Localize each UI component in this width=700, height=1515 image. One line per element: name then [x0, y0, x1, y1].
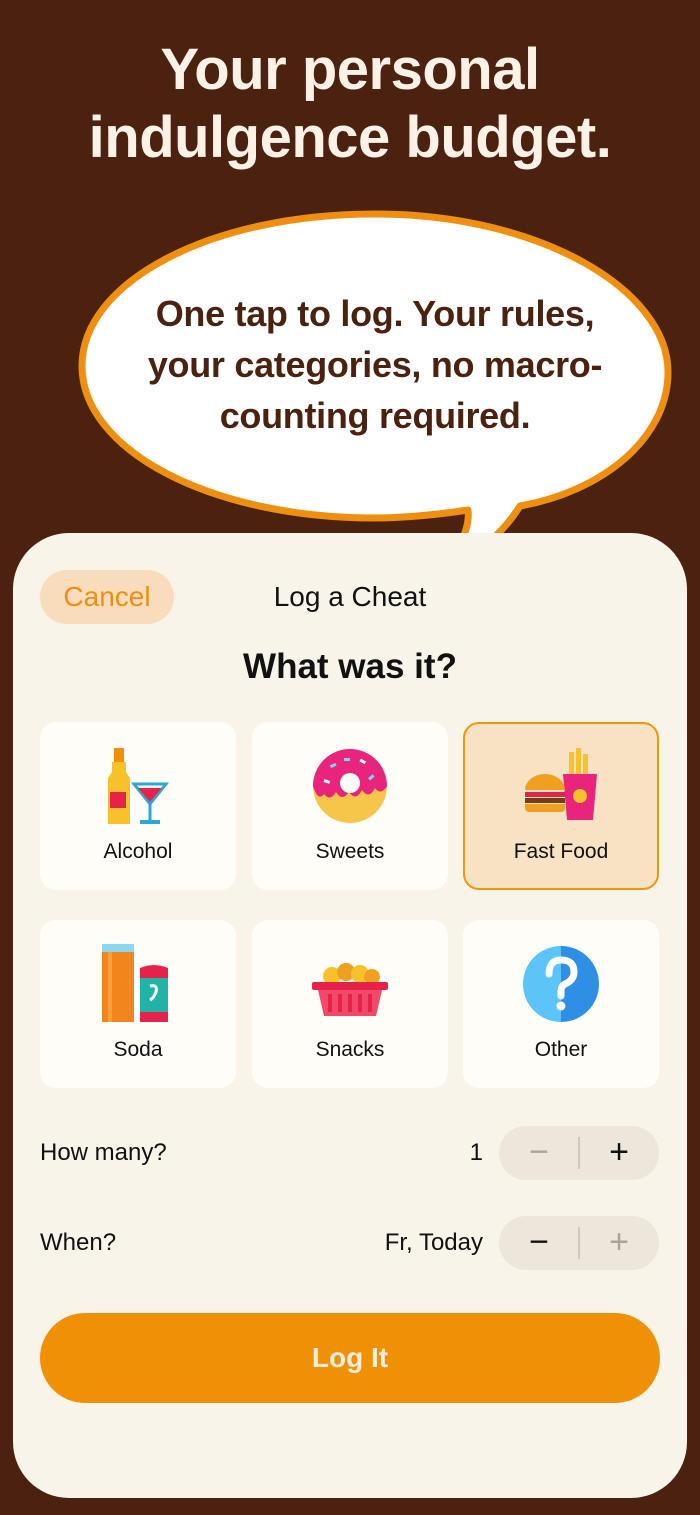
when-label: When? [40, 1229, 117, 1256]
bubble-line-3: counting required. [219, 395, 531, 436]
alcohol-bottle-glass-icon [108, 748, 170, 824]
headline: Your personal indulgence budget. [0, 36, 700, 172]
log-it-button[interactable]: Log It [40, 1313, 660, 1403]
category-tile-fast-food[interactable]: Fast Food [463, 722, 659, 890]
category-question: What was it? [243, 647, 457, 686]
donut-icon [313, 749, 387, 823]
bubble-text: One tap to log. Your rules, your categor… [110, 288, 640, 441]
category-label: Sweets [315, 840, 385, 863]
quantity-increment-button[interactable]: + [579, 1126, 659, 1180]
category-label: Alcohol [103, 840, 173, 863]
category-tile-alcohol[interactable]: Alcohol [40, 722, 236, 890]
bubble-line-1: One tap to log. Your rules, [155, 293, 595, 334]
category-tile-sweets[interactable]: Sweets [252, 722, 448, 890]
category-label: Fast Food [513, 840, 609, 863]
category-tile-soda[interactable]: Soda [40, 920, 236, 1088]
category-label: Snacks [315, 1038, 385, 1061]
quantity-value: 1 [469, 1139, 483, 1166]
category-tile-snacks[interactable]: Snacks [252, 920, 448, 1088]
date-stepper: − + [499, 1216, 659, 1270]
burger-fries-icon [525, 748, 597, 820]
bubble-line-2: your categories, no macro- [147, 344, 603, 385]
headline-line-2: indulgence budget. [88, 105, 612, 170]
date-increment-button[interactable]: + [579, 1216, 659, 1270]
category-label: Soda [113, 1038, 163, 1061]
snack-basket-icon [312, 963, 388, 1016]
quantity-decrement-button[interactable]: − [499, 1126, 579, 1180]
category-label: Other [534, 1038, 588, 1061]
date-decrement-button[interactable]: − [499, 1216, 579, 1270]
when-value: Fr, Today [384, 1229, 483, 1256]
question-icon [523, 946, 599, 1022]
headline-line-1: Your personal [160, 37, 540, 102]
quantity-label: How many? [40, 1139, 167, 1166]
log-cheat-sheet: Cancel Log a Cheat What was it? Alcohol … [13, 533, 687, 1498]
soda-can-icon [102, 944, 168, 1022]
quantity-stepper: − + [499, 1126, 659, 1180]
category-tile-other[interactable]: Other [463, 920, 659, 1088]
sheet-title: Log a Cheat [273, 581, 427, 612]
